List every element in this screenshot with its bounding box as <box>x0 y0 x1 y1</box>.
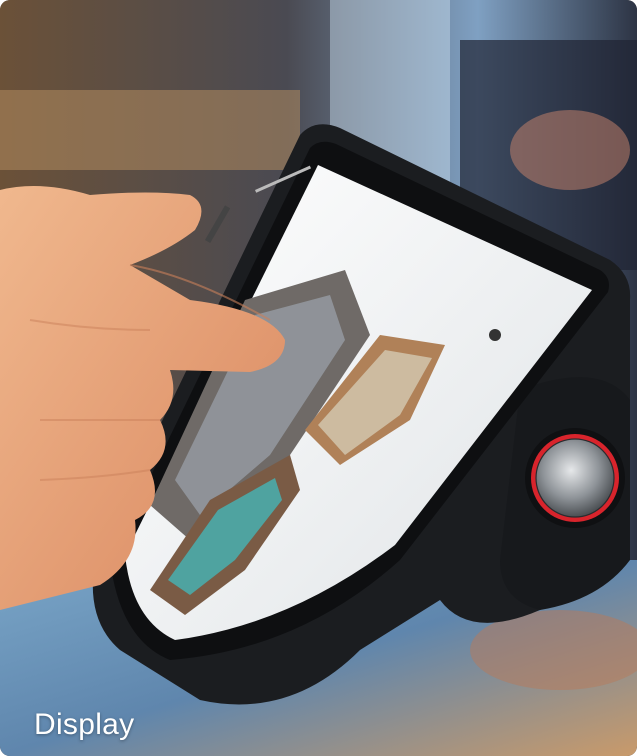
photo-scene <box>0 0 637 756</box>
rotary-knob-icon[interactable] <box>525 428 625 528</box>
display-card: Display <box>0 0 637 756</box>
caption-label: Display <box>34 708 135 741</box>
